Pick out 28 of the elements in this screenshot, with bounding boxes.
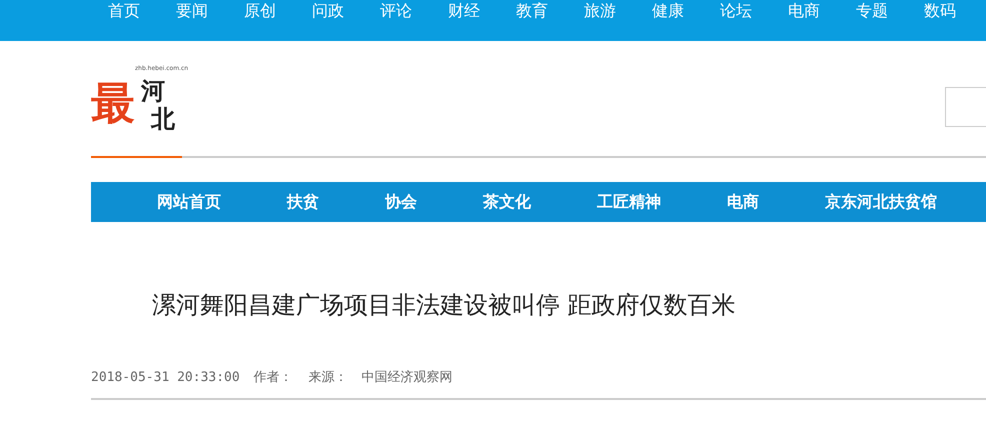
nav-link[interactable]: 数码 [924, 0, 970, 41]
nav-link[interactable]: 要闻 [176, 0, 222, 41]
logo-text: 北 [151, 105, 175, 133]
nav-link[interactable]: 教育 [516, 0, 562, 41]
nav-link[interactable]: 原创 [244, 0, 290, 41]
nav-link[interactable]: 论坛 [720, 0, 766, 41]
channel-link[interactable]: 京东河北扶贫馆 [825, 192, 937, 212]
channel-link[interactable]: 电商 [727, 192, 759, 212]
nav-link[interactable]: 专题 [856, 0, 902, 41]
author-label: 作者： [254, 370, 293, 385]
logo-mark: 最 [91, 79, 135, 129]
nav-link[interactable]: 健康 [652, 0, 698, 41]
channel-link[interactable]: 工匠精神 [597, 192, 661, 212]
logo-text: 河 [141, 77, 165, 105]
article-title: 漯河舞阳昌建广场项目非法建设被叫停 距政府仅数百米 [152, 290, 737, 320]
source-label: 来源： [308, 370, 348, 385]
nav-link[interactable]: 电商 [788, 0, 834, 41]
nav-link[interactable]: 财经 [448, 0, 494, 41]
publish-date: 2018-05-31 20:33:00 [91, 370, 240, 385]
nav-link[interactable]: 评论 [380, 0, 426, 41]
nav-link[interactable]: 首页 [108, 0, 154, 41]
channel-link[interactable]: 扶贫 [287, 192, 319, 212]
channel-link[interactable]: 茶文化 [483, 192, 531, 212]
nav-link[interactable]: 问政 [312, 0, 358, 41]
source-name: 中国经济观察网 [362, 370, 453, 385]
nav-link[interactable]: 旅游 [584, 0, 630, 41]
channel-link[interactable]: 协会 [385, 192, 417, 212]
channel-link[interactable]: 网站首页 [157, 192, 221, 212]
